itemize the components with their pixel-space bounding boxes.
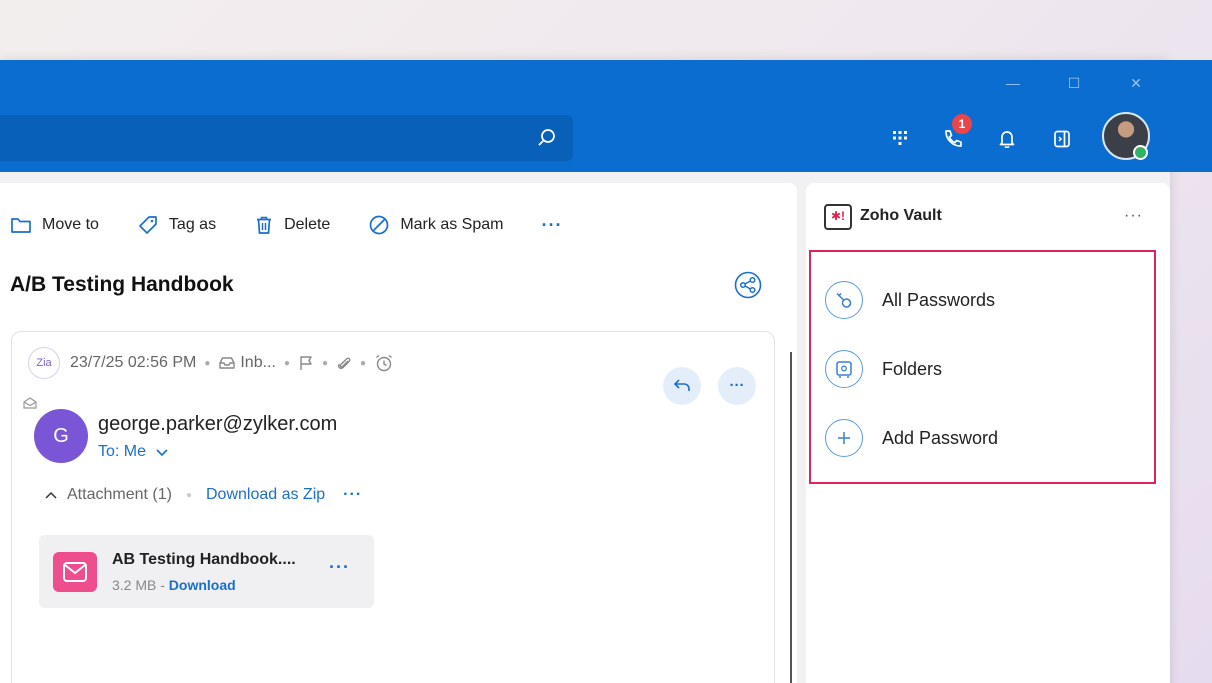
- mail-subject: A/B Testing Handbook: [10, 273, 234, 296]
- alarm-icon[interactable]: [374, 353, 394, 373]
- vault-item-label: Add Password: [882, 427, 999, 448]
- pane-divider[interactable]: [790, 352, 792, 683]
- sender-avatar: G: [34, 409, 88, 463]
- separator-dot: ●: [185, 489, 192, 501]
- bell-icon[interactable]: [995, 127, 1019, 151]
- mail-more-button[interactable]: ···: [718, 367, 756, 405]
- vault-item-folders[interactable]: Folders: [825, 350, 942, 388]
- reply-icon: [673, 379, 690, 391]
- zoho-vault-logo-icon: ✱!: [824, 204, 852, 230]
- zia-icon[interactable]: Zia: [28, 347, 60, 379]
- download-zip-link[interactable]: Download as Zip: [206, 486, 325, 504]
- mail-card: [11, 331, 775, 683]
- tag-as-button[interactable]: Tag as: [137, 215, 216, 235]
- attachment-name: AB Testing Handbook....: [112, 551, 296, 568]
- attachment-count: Attachment (1): [67, 486, 172, 503]
- separator-dot: ●: [204, 357, 211, 369]
- recipient-label: To: Me: [98, 443, 147, 460]
- search-bar[interactable]: [0, 115, 573, 161]
- separator-dot: ●: [283, 357, 290, 369]
- delete-button[interactable]: Delete: [254, 215, 330, 235]
- file-size-text: 3.2 MB -: [112, 577, 169, 593]
- share-icon[interactable]: [734, 271, 762, 299]
- attachment-card[interactable]: AB Testing Handbook.... 3.2 MB - Downloa…: [39, 535, 374, 608]
- key-icon: [825, 281, 863, 319]
- plus-icon: [825, 419, 863, 457]
- mail-toolbar: Move to Tag as Delete Mark as Spam ···: [10, 213, 562, 237]
- attachment-download-link[interactable]: Download: [169, 577, 236, 593]
- toolbar-more-button[interactable]: ···: [541, 215, 562, 236]
- mark-spam-button[interactable]: Mark as Spam: [368, 214, 503, 236]
- mark-spam-label: Mark as Spam: [400, 216, 504, 233]
- close-button[interactable]: ✕: [1125, 72, 1147, 94]
- attachment-card-more-button[interactable]: ···: [329, 557, 350, 578]
- vault-item-label: All Passwords: [882, 289, 996, 310]
- move-to-button[interactable]: Move to: [10, 215, 99, 235]
- minimize-button[interactable]: —: [1002, 72, 1024, 94]
- vault-more-button[interactable]: ···: [1124, 207, 1143, 225]
- mail-folder[interactable]: Inb...: [240, 354, 276, 372]
- sender-email[interactable]: george.parker@zylker.com: [98, 413, 337, 436]
- vault-item-label: Folders: [882, 358, 943, 379]
- paperclip-icon[interactable]: [336, 354, 352, 372]
- chevron-up-icon[interactable]: [44, 488, 58, 502]
- flag-icon[interactable]: [298, 355, 314, 371]
- delete-label: Delete: [284, 216, 331, 233]
- safe-icon: [825, 350, 863, 388]
- search-icon[interactable]: [537, 128, 557, 148]
- separator-dot: ●: [360, 357, 367, 369]
- vault-title: Zoho Vault: [860, 207, 942, 224]
- move-to-label: Move to: [42, 216, 99, 233]
- mail-meta: Zia 23/7/25 02:56 PM ● Inb... ● ● ●: [28, 347, 394, 379]
- attachment-size: 3.2 MB - Download: [112, 577, 236, 593]
- side-panel-icon[interactable]: [1050, 127, 1074, 151]
- block-icon: [369, 215, 389, 235]
- recipient-toggle[interactable]: To: Me: [98, 443, 169, 461]
- mail-date: 23/7/25 02:56 PM: [70, 354, 197, 371]
- email-file-icon: [53, 552, 97, 592]
- tag-as-label: Tag as: [168, 216, 217, 233]
- attachment-more-button[interactable]: ···: [343, 486, 362, 504]
- tag-icon: [139, 216, 157, 234]
- chevron-down-icon: [156, 449, 168, 457]
- call-badge: 1: [952, 114, 972, 134]
- reply-button[interactable]: [663, 367, 701, 405]
- dialpad-icon[interactable]: [888, 127, 912, 151]
- online-status-icon: [1133, 145, 1148, 160]
- folder-icon: [11, 218, 31, 233]
- trash-icon: [257, 216, 272, 234]
- attachment-row: Attachment (1) ● Download as Zip ···: [44, 486, 362, 504]
- maximize-button[interactable]: ☐: [1063, 72, 1085, 94]
- separator-dot: ●: [321, 357, 329, 369]
- vault-item-add-password[interactable]: Add Password: [825, 419, 998, 457]
- inbox-icon: [219, 357, 236, 369]
- read-status-icon[interactable]: [23, 397, 37, 409]
- vault-item-all-passwords[interactable]: All Passwords: [825, 281, 995, 319]
